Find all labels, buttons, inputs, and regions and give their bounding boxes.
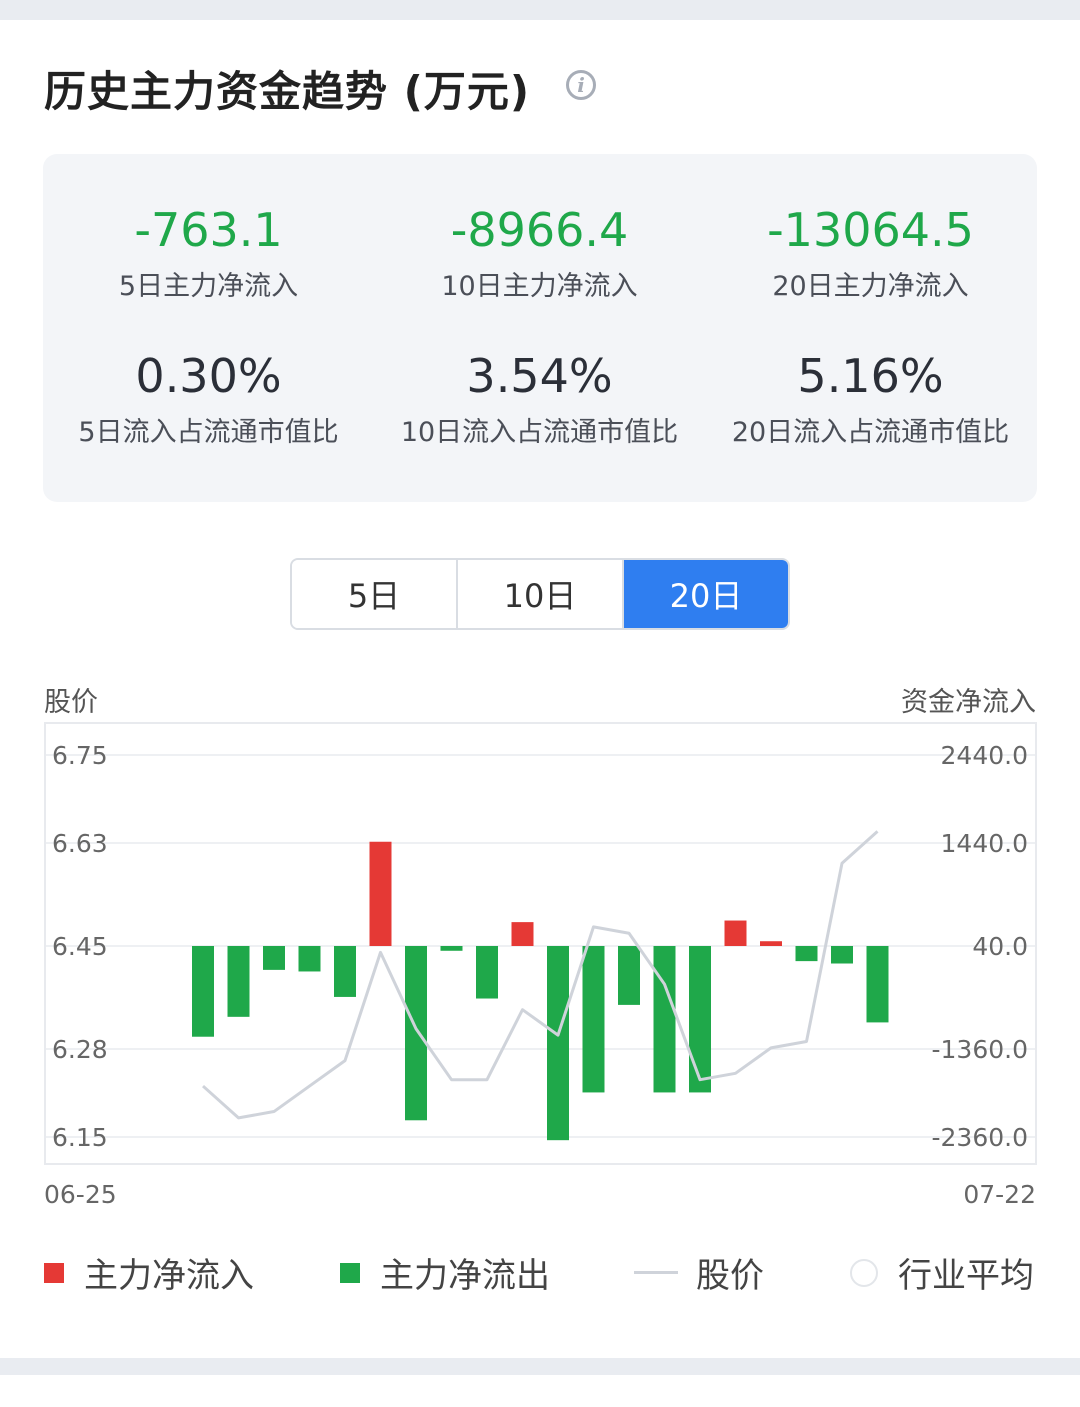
right-tick-label: -1360.0: [932, 1035, 1029, 1064]
outflow-bar: [440, 946, 463, 951]
legend-label: 行业平均: [898, 1256, 1034, 1296]
circle-icon: [850, 1258, 878, 1287]
green-square-icon: [340, 1262, 360, 1283]
legend-label: 主力净流出: [380, 1256, 550, 1296]
price-line: [201, 830, 879, 1120]
outflow-bar: [547, 946, 569, 1141]
left-tick-label: 6.45: [52, 932, 108, 961]
inflow-bar: [511, 922, 534, 946]
outflow-bar: [618, 946, 640, 1005]
right-tick-label: -2360.0: [932, 1123, 1029, 1152]
left-tick-label: 6.28: [52, 1035, 108, 1064]
outflow-bar: [831, 946, 853, 964]
right-tick-label: 40.0: [972, 932, 1028, 961]
left-tick-label: 6.63: [52, 829, 108, 858]
left-tick-label: 6.15: [52, 1123, 108, 1152]
left-tick-label: 6.75: [52, 741, 108, 770]
outflow-bar: [227, 946, 250, 1017]
bottom-divider: [0, 1358, 1080, 1375]
legend-inflow[interactable]: 主力净流入: [44, 1248, 254, 1297]
outflow-bar: [866, 946, 889, 1023]
outflow-bar: [334, 946, 356, 997]
chart-svg: 6.75 6.63 6.45 6.28 6.15 2440.0 1440.0 40.0 -136…: [46, 741, 1035, 1152]
legend-label: 主力净流入: [84, 1256, 254, 1296]
outflow-bar: [582, 946, 605, 1093]
legend-price[interactable]: 股价: [634, 1248, 764, 1297]
right-tick-label: 2440.0: [941, 741, 1028, 770]
line-icon: [634, 1271, 678, 1274]
x-start-date: 06-25: [44, 1180, 117, 1209]
inflow-bar: [760, 941, 782, 946]
inflow-bar: [724, 920, 747, 946]
legend-label: 股价: [696, 1256, 764, 1296]
outflow-bar: [263, 946, 285, 970]
outflow-bar: [298, 946, 321, 972]
outflow-bar: [795, 946, 818, 962]
legend-outflow[interactable]: 主力净流出: [340, 1248, 550, 1297]
outflow-bar: [689, 946, 711, 1093]
outflow-bar: [192, 946, 214, 1037]
chart-legend: 主力净流入 主力净流出 股价 行业平均: [0, 1240, 1080, 1296]
outflow-bar: [405, 946, 427, 1121]
inflow-bar: [369, 841, 392, 946]
x-end-date: 07-22: [963, 1180, 1036, 1209]
outflow-bar: [653, 946, 676, 1093]
outflow-bar: [476, 946, 498, 999]
red-square-icon: [44, 1262, 64, 1283]
legend-industry-avg[interactable]: 行业平均: [850, 1248, 1034, 1297]
right-tick-label: 1440.0: [941, 829, 1028, 858]
